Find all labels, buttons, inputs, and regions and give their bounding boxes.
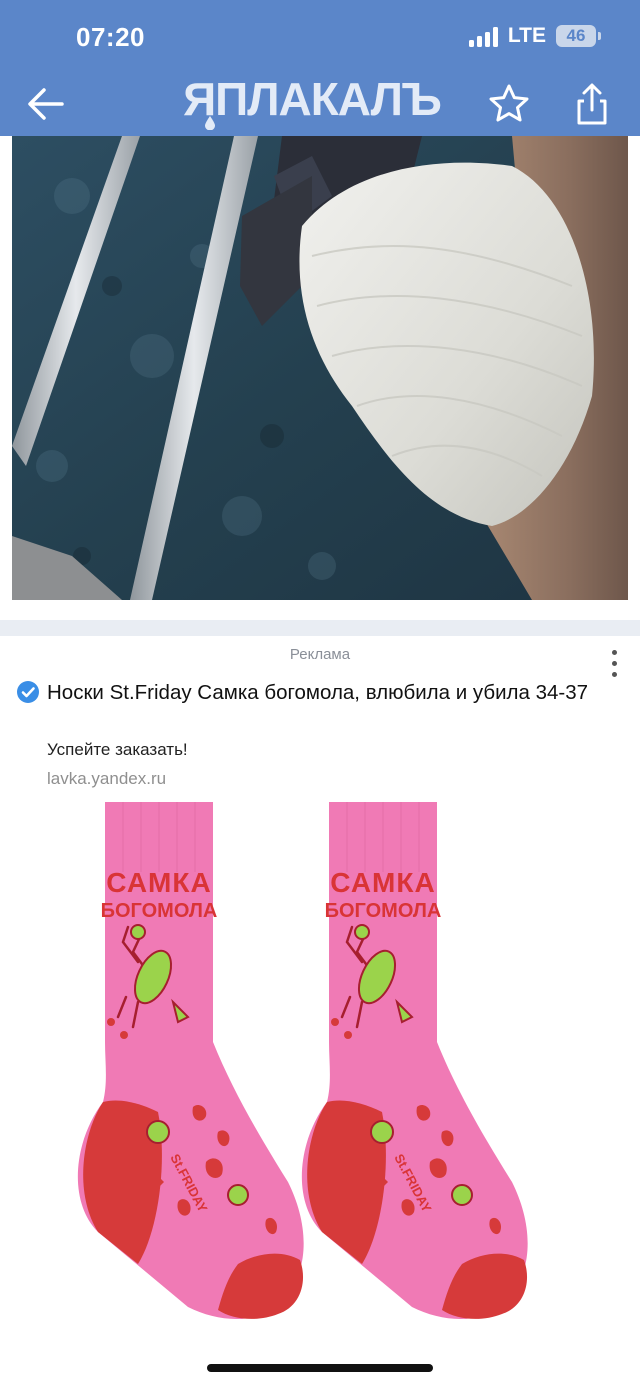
- signal-icon: [468, 25, 498, 47]
- sock-text-line1: САМКА: [106, 867, 211, 898]
- arrow-left-icon: [28, 88, 64, 120]
- ad-subtitle: Успейте заказать!: [47, 740, 188, 759]
- ad-domain[interactable]: lavka.yandex.ru: [47, 769, 166, 789]
- ad-label: Реклама: [289, 646, 351, 663]
- post-photo[interactable]: [12, 136, 628, 600]
- sock-text-line1: САМКА: [330, 867, 435, 898]
- network-type: LTE: [507, 24, 546, 47]
- star-icon: [489, 84, 529, 122]
- more-vertical-icon: [611, 650, 617, 655]
- status-time: 07:20: [76, 22, 145, 52]
- share-icon: [577, 83, 607, 125]
- status-indicators: LTE 46: [468, 24, 601, 48]
- sock-text-line2: БОГОМОЛА: [101, 900, 218, 922]
- more-dot: [611, 672, 617, 677]
- favorite-button[interactable]: [487, 82, 531, 126]
- battery-icon: 46: [556, 25, 601, 47]
- ad-title[interactable]: Носки St.Friday Самка богомола, влюбила …: [47, 678, 617, 708]
- top-bar: 07:20 LTE 46 ЯПЛАКАЛЪ: [0, 0, 640, 136]
- logo-drop-icon: [205, 116, 215, 130]
- sock-text-line2: БОГОМОЛА: [325, 900, 442, 922]
- site-logo[interactable]: ЯПЛАКАЛЪ: [178, 72, 446, 128]
- ad-card[interactable]: Реклама Носки St.Friday Самка богомола, …: [0, 636, 640, 1336]
- more-dot: [611, 661, 617, 666]
- home-indicator[interactable]: [207, 1364, 433, 1372]
- verified-check-icon: [17, 681, 39, 703]
- sock-left: САМКА БОГОМОЛА St.FRIDAY: [76, 802, 305, 1321]
- sock-right: САМКА БОГОМОЛА St.FRIDAY: [300, 802, 529, 1321]
- back-button[interactable]: [24, 82, 68, 126]
- share-button[interactable]: [570, 80, 614, 128]
- section-divider: [0, 620, 640, 636]
- post-photo-illustration: [12, 136, 628, 600]
- ad-product-image[interactable]: САМКА БОГОМОЛА St.FRIDAY САМКА БОГОМОЛА …: [0, 802, 640, 1326]
